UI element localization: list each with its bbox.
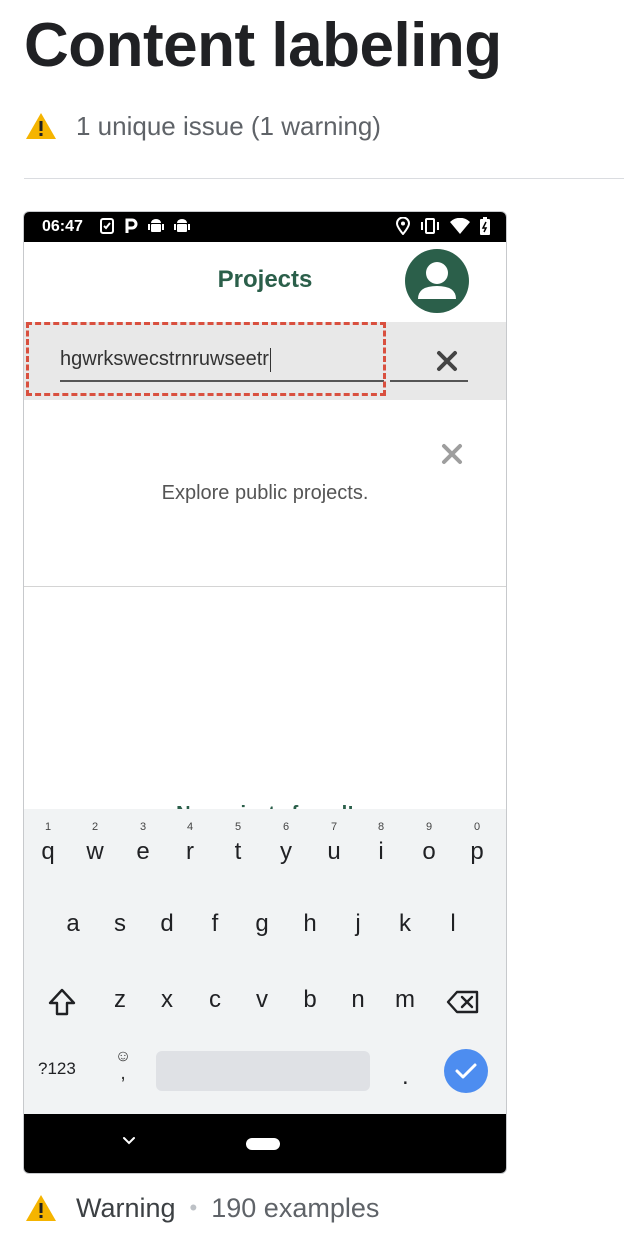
wifi-icon [450, 218, 470, 234]
chevron-down-icon[interactable] [122, 1136, 136, 1146]
status-bar: 06:47 [24, 212, 506, 242]
warning-icon [26, 113, 56, 139]
backspace-icon[interactable] [446, 985, 480, 1019]
shift-icon[interactable] [45, 985, 79, 1019]
key-h[interactable]: h [288, 899, 332, 949]
account-circle-icon[interactable] [405, 249, 469, 313]
key-e[interactable]: 3e [121, 821, 165, 877]
warning-icon [26, 1195, 56, 1221]
emoji-comma-key[interactable]: ☺ , [112, 1049, 134, 1084]
navigation-bar [24, 1114, 506, 1173]
status-time: 06:47 [42, 218, 83, 235]
parking-icon [125, 218, 138, 233]
symbols-key[interactable]: ?123 [38, 1059, 76, 1079]
key-z[interactable]: z [98, 975, 142, 1025]
check-icon [455, 1063, 477, 1079]
key-q[interactable]: 1q [26, 821, 70, 877]
location-icon [396, 217, 410, 235]
issue-summary: 1 unique issue (1 warning) [24, 108, 381, 144]
android-icon [174, 219, 190, 232]
close-icon[interactable] [438, 440, 466, 468]
severity-label: Warning [76, 1192, 176, 1223]
key-s[interactable]: s [98, 899, 142, 949]
separator-dot: • [189, 1195, 198, 1220]
summary-text: 1 unique issue (1 warning) [76, 110, 381, 141]
space-bar[interactable] [156, 1051, 370, 1091]
key-y[interactable]: 6y [264, 821, 308, 877]
comma-label: , [120, 1062, 126, 1084]
period-key[interactable]: . [402, 1063, 409, 1091]
close-icon[interactable] [432, 346, 462, 376]
soft-keyboard: 1q 2w 3e 4r 5t 6y 7u 8i 9o 0p a s d f g … [24, 809, 506, 1114]
key-l[interactable]: l [431, 899, 475, 949]
key-n[interactable]: n [336, 975, 380, 1025]
key-d[interactable]: d [145, 899, 189, 949]
battery-icon [480, 217, 490, 235]
page-title: Content labeling [24, 11, 502, 80]
key-x[interactable]: x [145, 975, 189, 1025]
key-r[interactable]: 4r [168, 821, 212, 877]
issue-highlight-box [26, 322, 386, 396]
key-g[interactable]: g [240, 899, 284, 949]
key-m[interactable]: m [383, 975, 427, 1025]
status-left-icons [100, 218, 190, 234]
key-v[interactable]: v [240, 975, 284, 1025]
examples-count[interactable]: 190 examples [211, 1193, 379, 1224]
key-b[interactable]: b [288, 975, 332, 1025]
key-k[interactable]: k [383, 899, 427, 949]
android-icon [148, 219, 164, 232]
issue-footer: Warning • 190 examples [24, 1190, 379, 1226]
status-right-icons [396, 217, 490, 235]
key-p[interactable]: 0p [455, 821, 499, 877]
divider [24, 178, 624, 179]
key-i[interactable]: 8i [359, 821, 403, 877]
explore-card: Explore public projects. [24, 400, 506, 587]
key-f[interactable]: f [193, 899, 237, 949]
app-screenshot: 06:47 Projects hgwrkswecstrnruwseetr Exp… [23, 211, 507, 1174]
key-o[interactable]: 9o [407, 821, 451, 877]
key-w[interactable]: 2w [73, 821, 117, 877]
checklist-icon [100, 218, 114, 234]
app-bar: Projects [24, 242, 506, 322]
vibrate-icon [421, 218, 439, 234]
key-j[interactable]: j [336, 899, 380, 949]
key-t[interactable]: 5t [216, 821, 260, 877]
key-a[interactable]: a [51, 899, 95, 949]
enter-button[interactable] [444, 1049, 488, 1093]
search-underline [390, 380, 468, 382]
key-u[interactable]: 7u [312, 821, 356, 877]
key-c[interactable]: c [193, 975, 237, 1025]
home-pill-icon[interactable] [246, 1138, 280, 1150]
explore-text[interactable]: Explore public projects. [24, 482, 506, 505]
